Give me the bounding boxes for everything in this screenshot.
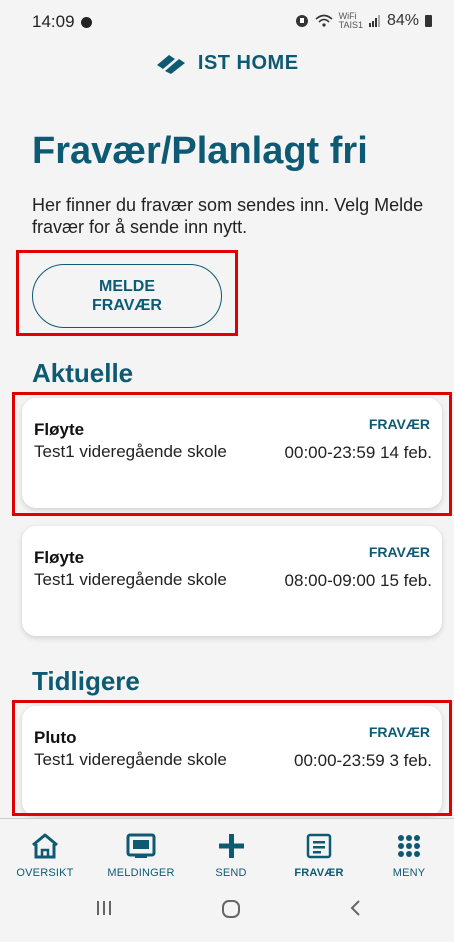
system-navigation-bar [0,888,454,942]
absence-icon [306,833,332,859]
alarm-icon [295,15,308,27]
absence-card[interactable]: Pluto FRAVÆR Test1 videregående skole 00… [22,706,442,816]
nav-item-absence[interactable]: FRAVÆR [274,825,364,881]
status-right: WiFi TAIS1 84% [295,12,432,30]
absence-time: 00:00-23:59 3 feb. [293,751,432,770]
messages-icon [126,833,156,858]
absence-time: 08:00-09:00 15 feb. [284,571,432,590]
nav-item-overview[interactable]: OVERSIKT [0,825,90,881]
plus-icon [219,834,244,858]
absence-school: Test1 videregående skole [34,750,227,769]
battery-icon [425,15,432,27]
page-intro: Her finner du fravær som sendes inn. Vel… [32,195,424,237]
section-current-heading: Aktuelle [32,358,134,388]
status-time: 14:09 [32,12,92,32]
absence-name: Fløyte [34,548,85,567]
report-absence-label: MELDE FRAVÆR [92,278,162,314]
home-icon [32,833,58,859]
nav-item-menu[interactable]: MENY [364,825,454,881]
nav-label-absence: FRAVÆR [294,867,344,879]
back-icon[interactable] [346,898,366,918]
absence-school: Test1 videregående skole [34,570,227,589]
absence-name: Pluto [34,728,77,747]
nav-label-menu: MENY [392,867,426,879]
recent-apps-icon[interactable] [94,898,114,918]
bottom-nav: OVERSIKT MELDINGER SEND FRAVÆR MENY [0,818,454,889]
absence-type: FRAVÆR [368,724,430,740]
section-previous-heading: Tidligere [32,666,140,696]
report-absence-button[interactable]: MELDE FRAVÆR [32,264,222,328]
nav-label-overview: OVERSIKT [16,867,74,879]
absence-time: 00:00-23:59 14 feb. [284,443,432,462]
nav-label-messages: MELDINGER [107,867,175,879]
logo-text: IST HOME [197,52,299,74]
battery-percent: 84% [386,12,419,29]
absence-type: FRAVÆR [368,416,430,432]
absence-card[interactable]: Fløyte FRAVÆR Test1 videregående skole 0… [22,398,442,508]
logo-mark-icon [157,54,186,74]
signal-icon [368,15,380,27]
nav-label-send: SEND [215,867,247,879]
absence-name: Fløyte [34,420,85,439]
nav-item-send[interactable]: SEND [186,825,276,881]
nav-item-messages[interactable]: MELDINGER [96,825,186,881]
wifi-icon [315,14,333,27]
absence-type: FRAVÆR [368,544,430,560]
notification-icon [80,17,92,28]
absence-school: Test1 videregående skole [34,442,227,461]
home-button-icon[interactable] [220,898,242,920]
absence-card[interactable]: Fløyte FRAVÆR Test1 videregående skole 0… [22,526,442,636]
grid-menu-icon [398,835,420,857]
page-title: Fravær/Planlagt fri [32,130,368,172]
status-bar: 14:09 WiFi TAIS1 84% [0,0,454,40]
app-logo: IST HOME [0,52,454,75]
wifi-label: WiFi TAIS1 [338,11,363,30]
